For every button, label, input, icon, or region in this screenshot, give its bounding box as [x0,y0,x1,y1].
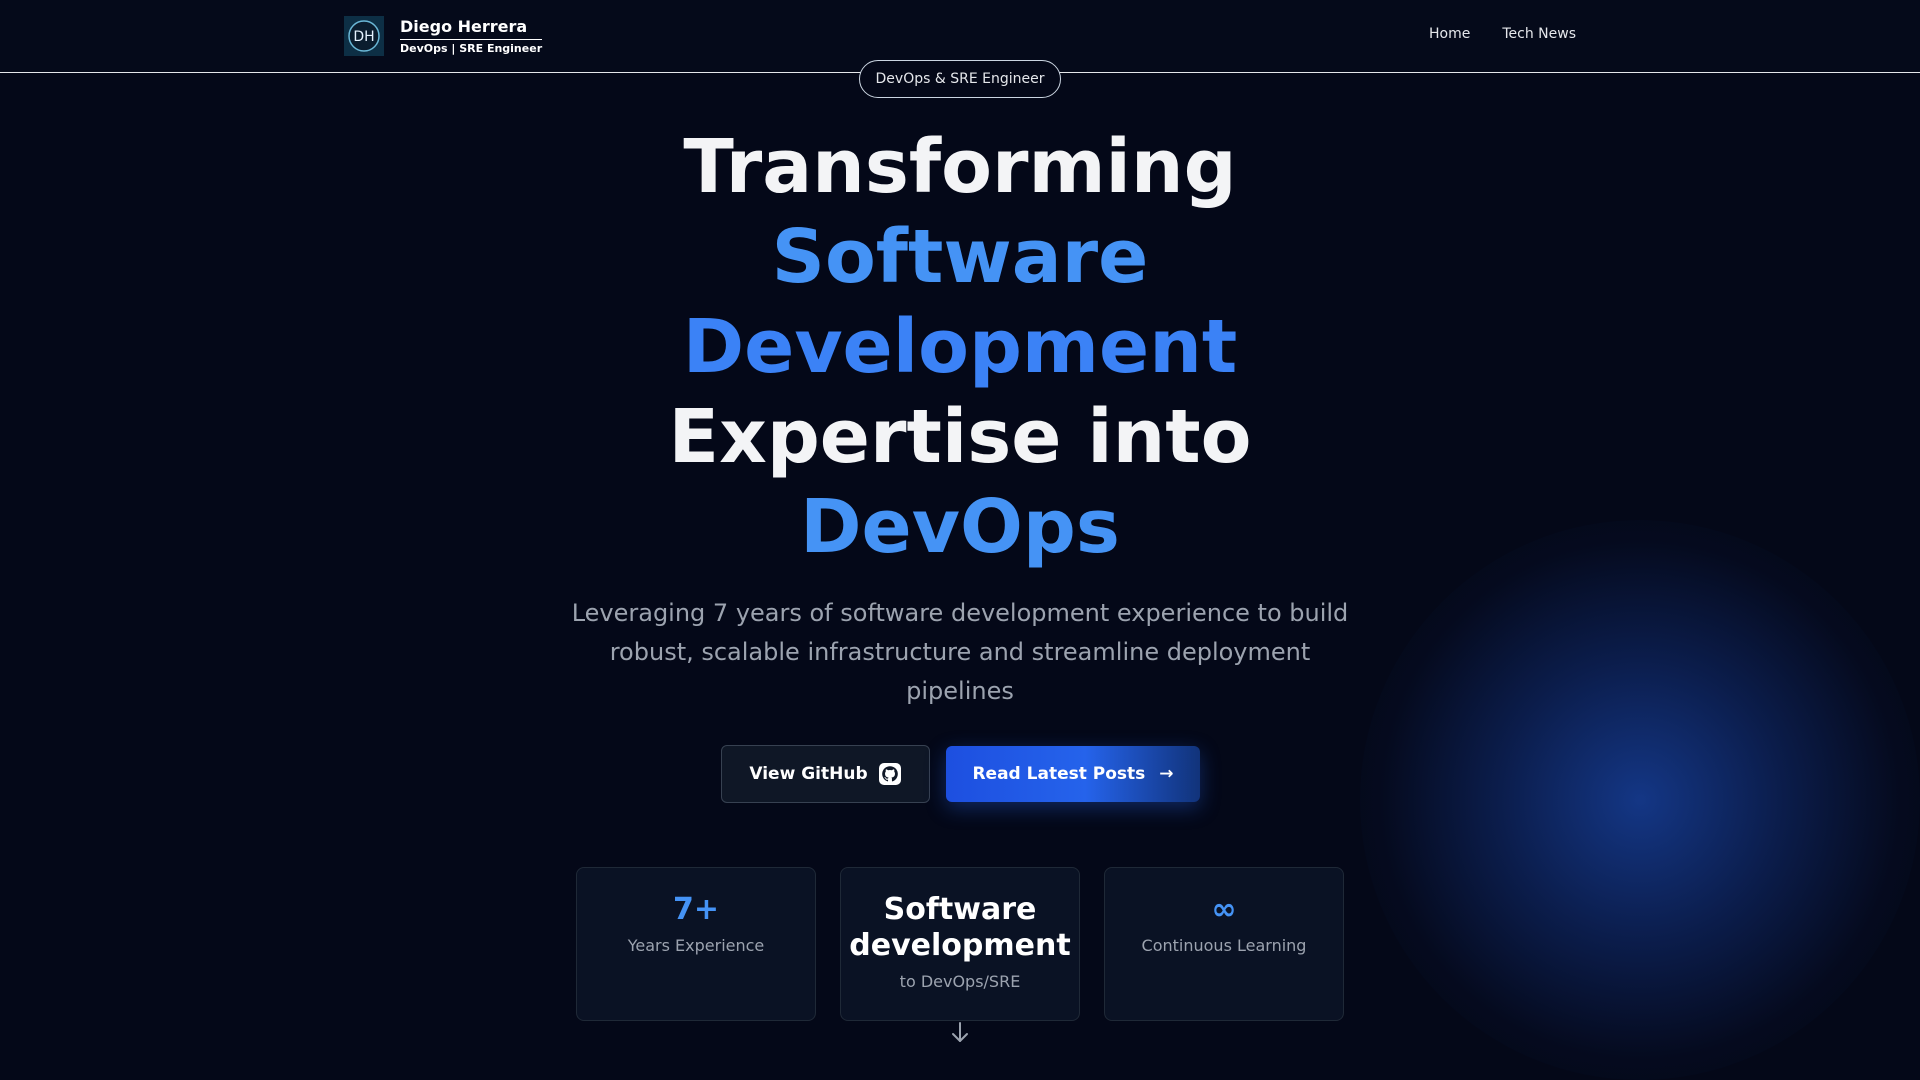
hero-subtitle: Leveraging 7 years of software developme… [571,599,1349,705]
stat-card-transition: Software development to DevOps/SRE [840,867,1080,1021]
read-latest-posts-label: Read Latest Posts [972,764,1146,784]
role-badge: DevOps & SRE Engineer [859,60,1061,98]
headline-line-3: Development [682,304,1238,390]
headline-line-5: DevOps [800,484,1120,570]
stat-label: Continuous Learning [1141,936,1307,955]
view-github-button[interactable]: View GitHub [721,745,930,803]
nav-home[interactable]: Home [1429,26,1470,42]
logo-letters: DH [353,29,374,45]
brand-subtitle: DevOps | SRE Engineer [400,39,543,55]
hero-headline: Transforming Software Development Expert… [460,122,1460,572]
stat-label: to DevOps/SRE [899,972,1021,991]
logo-icon: DH [344,16,384,56]
arrow-right-icon: → [1159,764,1174,784]
headline-line-4: Expertise into [668,394,1252,480]
stat-card-experience: 7+ Years Experience [576,867,816,1021]
background-glow [1360,520,1920,1080]
main-nav: Home Tech News [1397,26,1576,42]
stat-value: Software development [849,892,1071,963]
headline-line-2: Software [771,214,1149,300]
stat-card-learning: ∞ Continuous Learning [1104,867,1344,1021]
view-github-label: View GitHub [749,764,868,784]
brand-text[interactable]: Diego Herrera DevOps | SRE Engineer [400,17,543,55]
stat-value: 7+ [672,892,719,927]
page: DH Diego Herrera DevOps | SRE Engineer H… [0,0,1920,1080]
logo[interactable]: DH [344,16,384,56]
arrow-down-icon[interactable] [950,1020,970,1044]
github-icon [878,762,902,786]
stat-value: ∞ [1211,892,1237,927]
nav-tech-news[interactable]: Tech News [1502,26,1576,42]
stat-label: Years Experience [627,936,765,955]
headline-line-1: Transforming [683,124,1237,210]
read-latest-posts-button[interactable]: Read Latest Posts → [946,746,1200,802]
brand-name[interactable]: Diego Herrera [400,17,542,37]
brand[interactable]: DH Diego Herrera DevOps | SRE Engineer [344,16,543,56]
